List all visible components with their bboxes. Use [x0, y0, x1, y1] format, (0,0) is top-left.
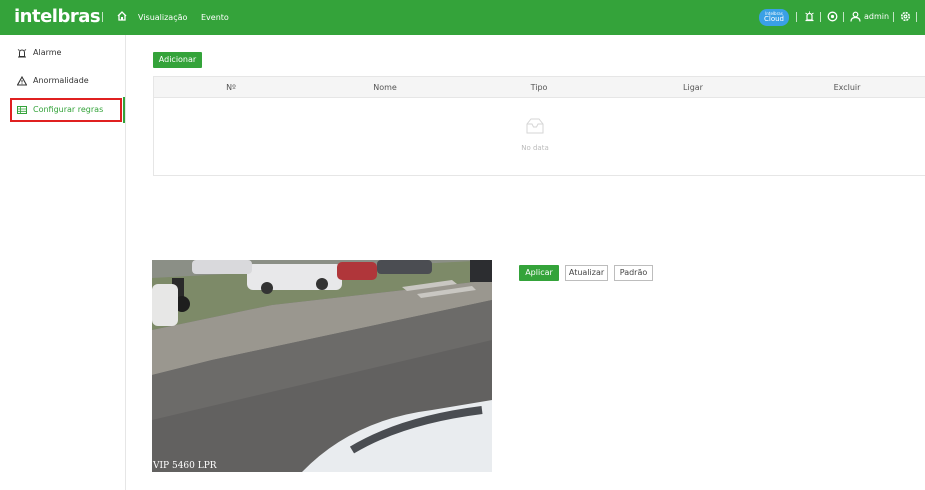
camera-frame — [152, 260, 492, 472]
alarm-icon[interactable] — [804, 11, 815, 22]
column-header-enable: Ligar — [683, 83, 703, 92]
default-button[interactable]: Padrão — [614, 265, 653, 281]
cloud-badge-label: Cloud — [764, 15, 784, 23]
empty-inbox-icon — [526, 118, 544, 134]
divider — [893, 12, 894, 22]
brand-logo[interactable]: intelbras — [14, 6, 101, 27]
divider — [102, 12, 103, 22]
home-icon[interactable] — [116, 10, 128, 22]
user-icon[interactable] — [850, 11, 861, 22]
alarm-icon — [17, 49, 27, 58]
divider — [916, 12, 917, 22]
table-header: Nº Nome Tipo Ligar Excluir — [154, 77, 925, 98]
top-bar: intelbras Visualização Evento Intelbras … — [0, 0, 925, 35]
column-header-name: Nome — [373, 83, 397, 92]
divider — [820, 12, 821, 22]
column-header-number: Nº — [226, 83, 236, 92]
camera-preview[interactable]: VIP 5460 LPR — [152, 260, 492, 472]
column-header-type: Tipo — [530, 83, 548, 92]
cloud-badge[interactable]: Intelbras Cloud — [759, 9, 789, 26]
active-item-indicator — [123, 97, 125, 123]
user-name[interactable]: admin — [864, 12, 889, 21]
rules-table: Nº Nome Tipo Ligar Excluir No data — [153, 76, 925, 176]
sidebar-item-label: Alarme — [33, 48, 62, 57]
active-item-highlight — [10, 98, 122, 122]
column-header-delete: Excluir — [833, 83, 861, 92]
sidebar-item-anormalidade[interactable]: Anormalidade — [0, 70, 126, 92]
settings-icon[interactable] — [900, 11, 911, 22]
sidebar-item-alarme[interactable]: Alarme — [0, 42, 126, 64]
sidebar-item-label: Anormalidade — [33, 76, 89, 85]
add-button[interactable]: Adicionar — [153, 52, 202, 68]
warning-icon — [17, 76, 27, 86]
empty-state-text: No data — [521, 144, 549, 152]
nav-evento[interactable]: Evento — [201, 13, 229, 22]
camera-watermark: VIP 5460 LPR — [153, 461, 217, 471]
refresh-button[interactable]: Atualizar — [565, 265, 608, 281]
divider — [843, 12, 844, 22]
apply-button[interactable]: Aplicar — [519, 265, 559, 281]
status-icon[interactable] — [827, 11, 838, 22]
divider — [796, 12, 797, 22]
nav-visualizacao[interactable]: Visualização — [138, 13, 187, 22]
